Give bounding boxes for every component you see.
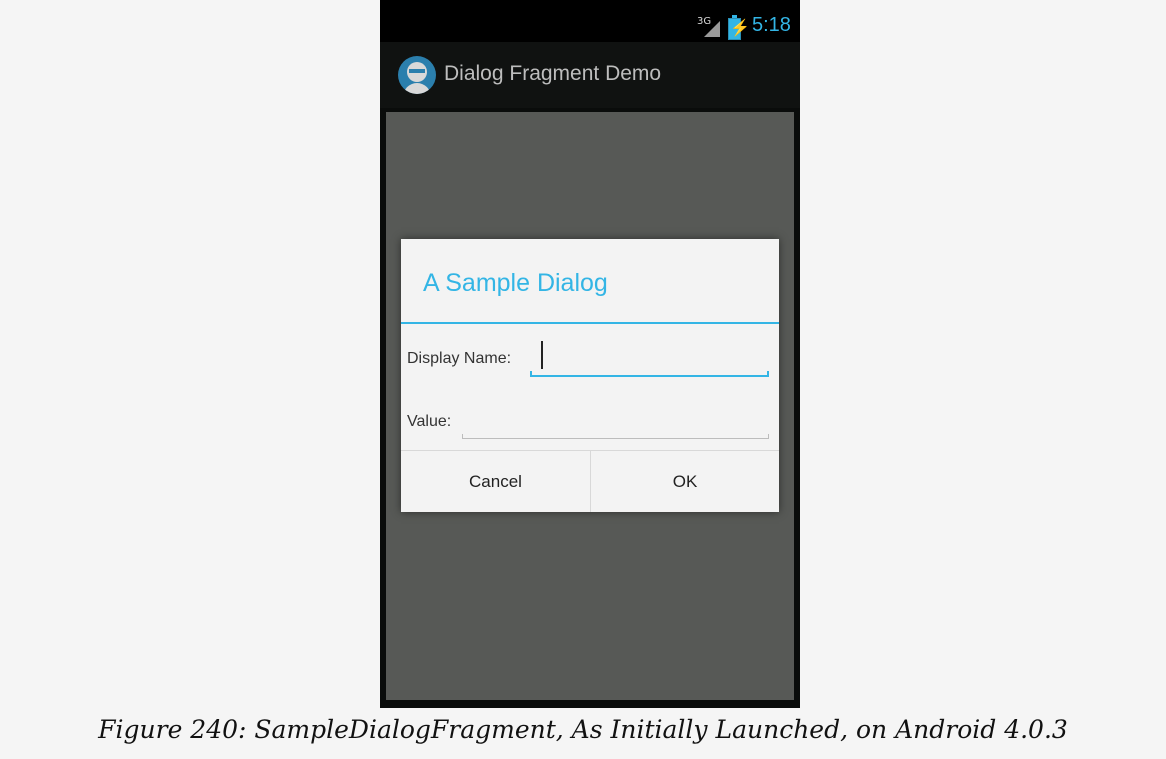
battery-charging-icon: ⚡ xyxy=(728,15,750,40)
cancel-button[interactable]: Cancel xyxy=(401,451,590,512)
ok-button[interactable]: OK xyxy=(591,451,779,512)
display-name-label: Display Name: xyxy=(407,350,512,367)
app-avatar-icon[interactable] xyxy=(398,56,436,94)
action-bar: Dialog Fragment Demo xyxy=(380,42,800,108)
dialog-title-divider xyxy=(401,322,779,324)
signal-icon xyxy=(704,21,720,37)
status-clock: 5:18 xyxy=(752,14,791,36)
dialog-title: A Sample Dialog xyxy=(423,269,608,297)
app-title: Dialog Fragment Demo xyxy=(444,62,662,85)
status-bar: 3G ⚡ 5:18 xyxy=(380,0,800,42)
value-label: Value: xyxy=(407,413,452,430)
sample-dialog: A Sample Dialog Display Name: Value: Can… xyxy=(401,239,779,512)
value-input[interactable] xyxy=(462,419,769,439)
device-screen: 3G ⚡ 5:18 Dialog Fragment Demo A Sample … xyxy=(380,0,800,708)
text-cursor xyxy=(541,341,543,369)
figure-caption: Figure 240: SampleDialogFragment, As Ini… xyxy=(98,715,1068,744)
display-name-input[interactable] xyxy=(530,341,769,377)
